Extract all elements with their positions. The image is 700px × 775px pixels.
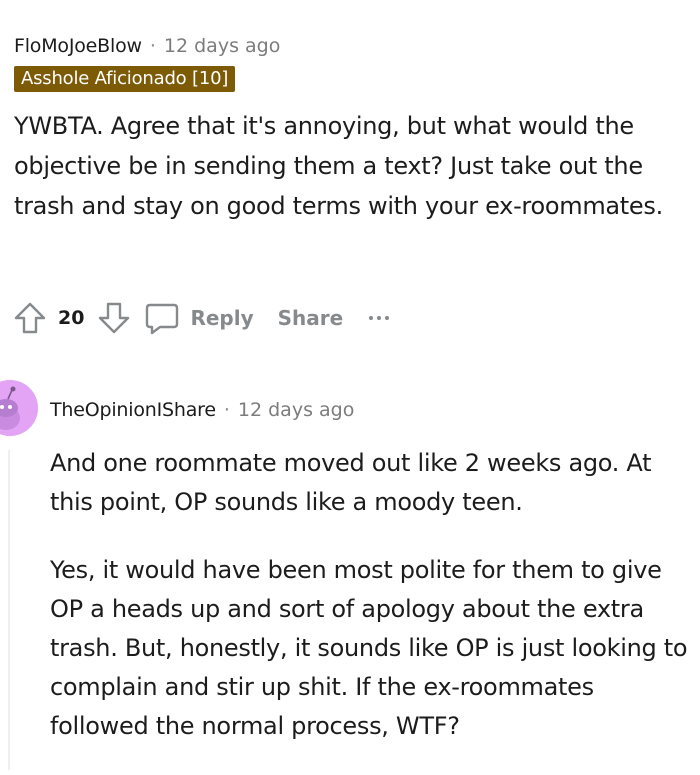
reply-label: Reply: [190, 306, 254, 330]
comment-body: YWBTA. Agree that it's annoying, but wha…: [14, 112, 663, 220]
comment-body: And one roommate moved out like 2 weeks …: [50, 444, 690, 775]
comment-time[interactable]: 12 days ago: [164, 32, 280, 60]
ellipsis-icon: [369, 316, 390, 320]
comment-paragraph: Yes, it would have been most polite for …: [50, 556, 688, 740]
comment-meta: FloMoJoeBlow · 12 days ago: [14, 32, 684, 60]
share-button[interactable]: Share: [278, 306, 344, 330]
upvote-button[interactable]: [10, 298, 50, 338]
comment-meta: TheOpinionIShare · 12 days ago: [50, 396, 354, 424]
comment-actions: 20 Reply Share: [10, 296, 390, 340]
user-flair: Asshole Aficionado [10]: [14, 66, 236, 92]
more-options-button[interactable]: [369, 316, 390, 320]
comment-author[interactable]: FloMoJoeBlow: [14, 32, 142, 60]
avatar[interactable]: [0, 380, 38, 436]
comment-time[interactable]: 12 days ago: [238, 396, 354, 424]
downvote-button[interactable]: [94, 298, 134, 338]
share-label: Share: [277, 306, 344, 330]
comment-paragraph: And one roommate moved out like 2 weeks …: [50, 449, 652, 516]
meta-separator: ·: [149, 35, 156, 57]
reply-button[interactable]: Reply: [144, 300, 254, 336]
vote-count: 20: [58, 307, 85, 329]
comment: FloMoJoeBlow · 12 days ago Asshole Afici…: [14, 32, 684, 226]
arrow-up-icon: [14, 302, 46, 334]
comment-author[interactable]: TheOpinionIShare: [50, 396, 216, 424]
meta-separator: ·: [223, 399, 230, 421]
arrow-down-icon: [99, 302, 130, 334]
comment-bubble-icon: [146, 303, 179, 335]
snoo-avatar-icon: [0, 380, 38, 436]
thread-line[interactable]: [8, 450, 10, 770]
